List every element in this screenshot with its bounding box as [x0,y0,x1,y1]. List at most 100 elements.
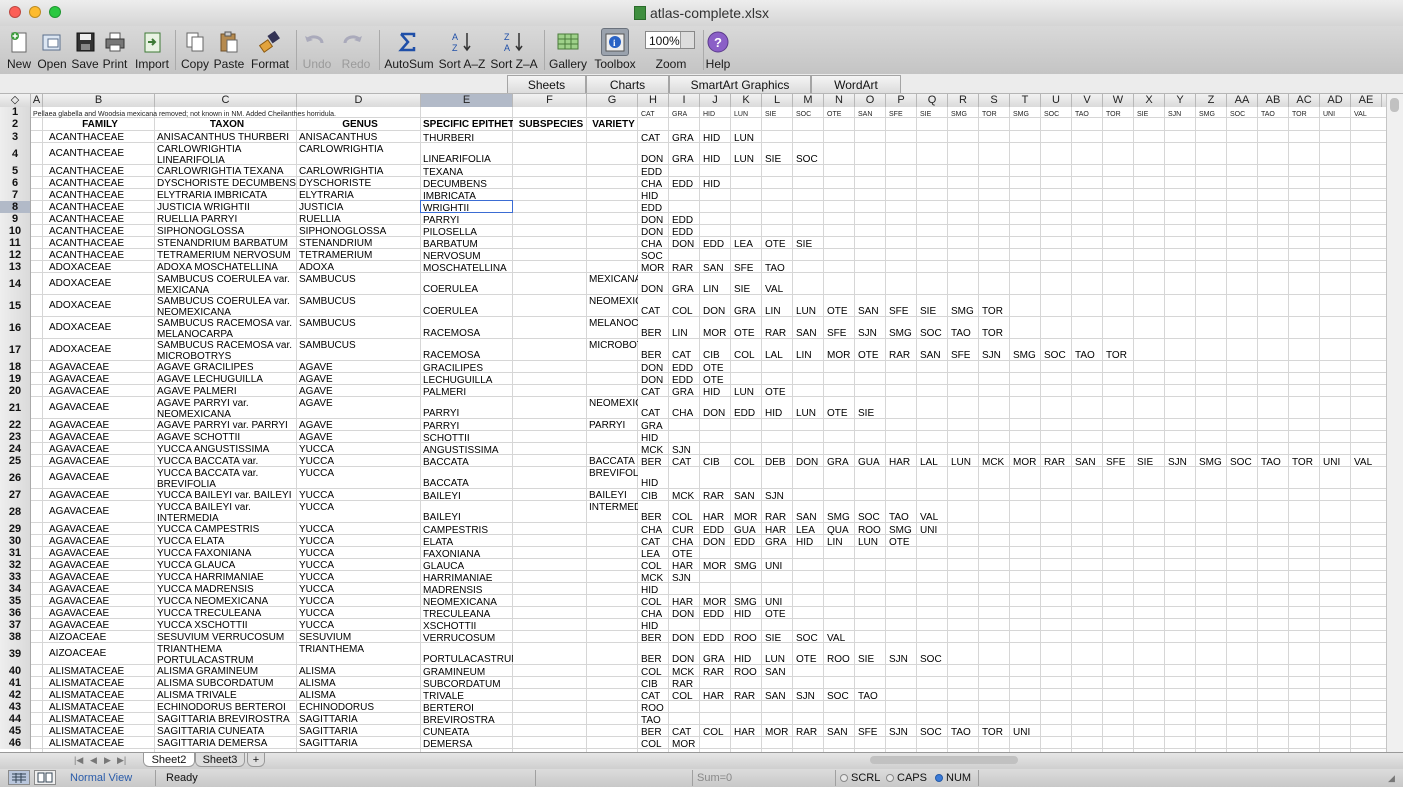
column-header[interactable]: AB [1258,94,1289,107]
county-code-cell[interactable]: ROO [856,525,886,536]
genus-cell[interactable]: ANISACANTHUS [297,132,421,143]
row-header[interactable]: 42 [0,689,31,701]
genus-cell[interactable]: YUCCA [297,536,421,547]
vertical-scroll-thumb[interactable] [1390,98,1399,112]
row1-abbrev-cell[interactable]: VAL [1352,109,1382,118]
county-code-cell[interactable]: SMG [1197,457,1227,468]
county-code-cell[interactable]: DON [639,363,669,374]
column-header[interactable]: Y [1165,94,1196,107]
county-code-cell[interactable]: LUN [856,537,886,548]
row-header[interactable]: 36 [0,607,31,619]
row1-abbrev-cell[interactable]: SMG [1011,109,1041,118]
county-code-cell[interactable]: DON [639,284,669,295]
county-code-cell[interactable]: SJN [670,445,700,456]
county-code-cell[interactable]: LUN [732,133,762,144]
genus-cell[interactable]: SAMBUCUS [297,318,421,329]
row-header[interactable]: 20 [0,385,31,397]
county-code-cell[interactable]: OTE [794,654,824,665]
variety-cell[interactable]: NEOMEXICANA [587,296,638,307]
epithet-cell[interactable]: GLAUCA [421,561,513,572]
taxon-cell[interactable]: YUCCA GLAUCA [155,560,297,571]
variety-cell[interactable]: MEXICANA [587,274,638,285]
paste-button[interactable]: Paste [213,26,245,74]
genus-cell[interactable]: TRIANTHEMA [297,644,421,655]
taxon-cell[interactable]: YUCCA BAILEYI var. BAILEYI [155,490,297,501]
county-code-cell[interactable]: UNI [763,561,793,572]
variety-cell[interactable]: INTERMEDIA [587,502,638,513]
open-button[interactable]: Open [36,26,68,74]
redo-button[interactable]: Redo [338,26,374,74]
epithet-cell[interactable]: TEXANA [421,167,513,178]
county-code-cell[interactable]: SAN [794,512,824,523]
genus-cell[interactable]: AGAVE [297,432,421,443]
county-code-cell[interactable]: SJN [887,727,917,738]
epithet-cell[interactable]: ELATA [421,537,513,548]
county-code-cell[interactable]: GRA [701,654,731,665]
county-code-cell[interactable]: SIE [763,633,793,644]
genus-cell[interactable]: SIPHONOGLOSSA [297,226,421,237]
horizontal-scroll-thumb[interactable] [870,756,1018,764]
county-code-cell[interactable]: VAL [763,284,793,295]
header-cell-family[interactable]: FAMILY [43,119,155,131]
header-cell-subspecies[interactable]: SUBSPECIES [513,119,587,131]
county-code-cell[interactable]: LUN [732,387,762,398]
genus-cell[interactable]: YUCCA [297,502,421,513]
vertical-scrollbar[interactable] [1386,94,1403,752]
county-code-cell[interactable]: SAN [794,328,824,339]
county-code-cell[interactable]: BER [639,633,669,644]
county-code-cell[interactable]: MOR [701,328,731,339]
county-code-cell[interactable]: UNI [1011,727,1041,738]
taxon-cell[interactable]: SAMBUCUS COERULEA var. NEOMEXICANA [155,296,297,317]
county-code-cell[interactable]: MOR [639,263,669,274]
epithet-cell[interactable]: THURBERI [421,133,513,144]
row-header[interactable]: 37 [0,619,31,631]
family-cell[interactable]: AGAVACEAE [47,374,155,385]
county-code-cell[interactable]: LUN [949,457,979,468]
family-cell[interactable]: AIZOACEAE [47,632,155,643]
row-header[interactable]: 10 [0,225,31,237]
county-code-cell[interactable]: EDD [639,203,669,214]
epithet-cell[interactable]: MOSCHATELLINA [421,263,513,274]
county-code-cell[interactable]: TOR [980,328,1010,339]
tab-smartart-graphics[interactable]: SmartArt Graphics [669,75,811,93]
row1-note-cell[interactable]: Pellaea glabella and Woodsia mexicana re… [31,109,638,118]
county-code-cell[interactable]: RAR [670,679,700,690]
county-code-cell[interactable]: SOC [918,727,948,738]
family-cell[interactable]: AGAVACEAE [47,620,155,631]
zoom-control[interactable]: 100% Zoom [645,26,697,74]
column-header[interactable]: J [700,94,731,107]
county-code-cell[interactable]: BER [639,727,669,738]
epithet-cell[interactable]: CAMPESTRIS [421,525,513,536]
county-code-cell[interactable]: EDD [732,537,762,548]
taxon-cell[interactable]: YUCCA NEOMEXICANA [155,596,297,607]
county-code-cell[interactable]: CHA [639,179,669,190]
county-code-cell[interactable]: SFE [825,328,855,339]
county-code-cell[interactable]: MOR [763,727,793,738]
column-header[interactable]: C [155,94,297,107]
genus-cell[interactable]: SESUVIUM [297,632,421,643]
county-code-cell[interactable]: CAT [639,387,669,398]
county-code-cell[interactable]: SFE [949,350,979,361]
county-code-cell[interactable]: TAO [949,727,979,738]
county-code-cell[interactable]: BER [639,328,669,339]
county-code-cell[interactable]: DEB [763,457,793,468]
county-code-cell[interactable]: HAR [670,597,700,608]
county-code-cell[interactable]: HID [732,609,762,620]
row-header[interactable]: 46 [0,737,31,749]
column-header[interactable]: K [731,94,762,107]
genus-cell[interactable]: YUCCA [297,456,421,467]
next-sheet-icon[interactable]: ▶ [104,755,111,766]
county-code-cell[interactable]: HID [639,191,669,202]
county-code-cell[interactable]: EDD [670,179,700,190]
row1-abbrev-cell[interactable]: LUN [732,109,762,118]
county-code-cell[interactable]: SIE [763,154,793,165]
family-cell[interactable]: AGAVACEAE [47,560,155,571]
column-header[interactable]: D [297,94,421,107]
county-code-cell[interactable]: SMG [825,512,855,523]
county-code-cell[interactable]: HAR [670,561,700,572]
header-cell-variety[interactable]: VARIETY [587,119,638,131]
county-code-cell[interactable]: TAO [763,263,793,274]
taxon-cell[interactable]: YUCCA ELATA [155,536,297,547]
county-code-cell[interactable]: CHA [639,239,669,250]
county-code-cell[interactable]: TAO [949,328,979,339]
